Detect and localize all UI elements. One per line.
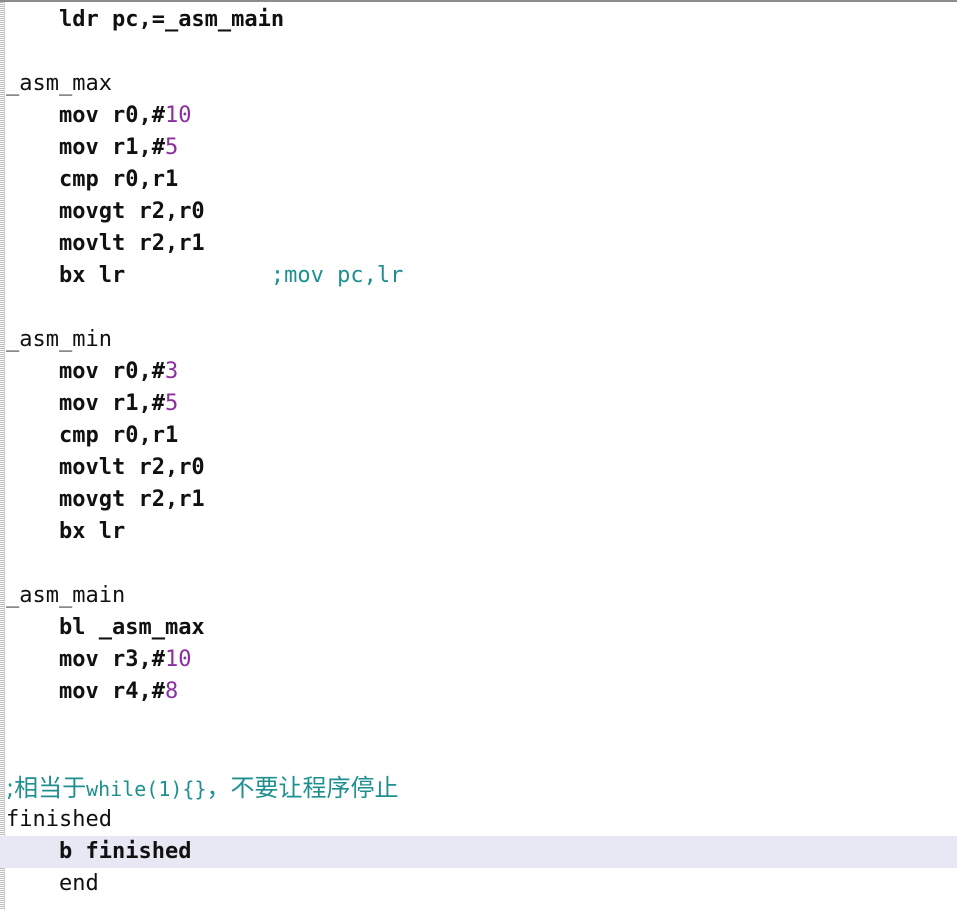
code-line[interactable]: mov r3,#10 xyxy=(6,644,957,676)
code-text: ldr pc,=_asm_main xyxy=(58,7,285,32)
code-text: end xyxy=(58,871,99,896)
code-line[interactable]: bl _asm_max xyxy=(6,612,957,644)
code-line-current[interactable]: b finished xyxy=(0,836,957,868)
code-line[interactable]: movlt r2,r1 xyxy=(6,228,957,260)
code-line[interactable]: mov r0,#3 xyxy=(6,356,957,388)
code-line[interactable]: ;相当于while(1){}，不要让程序停止 xyxy=(6,772,957,804)
code-line[interactable] xyxy=(6,36,957,68)
code-area[interactable]: ldr pc,=_asm_main _asm_max mov r0,#10 mov… xyxy=(0,4,957,910)
code-line[interactable]: _asm_max xyxy=(6,68,957,100)
code-line[interactable]: bx lr xyxy=(6,516,957,548)
code-line[interactable]: cmp r0,r1 xyxy=(6,164,957,196)
code-comment: ，不要让程序停止 xyxy=(206,774,399,802)
code-text: bl _asm_max xyxy=(58,615,205,640)
code-comment: ;相当于 xyxy=(6,774,87,802)
code-line[interactable]: ldr pc,=_asm_main xyxy=(6,4,957,36)
code-line[interactable]: _asm_min xyxy=(6,324,957,356)
code-line[interactable] xyxy=(6,292,957,324)
code-number: 3 xyxy=(164,359,179,384)
code-number: 5 xyxy=(164,391,179,416)
code-text: movgt r2,r0 xyxy=(58,199,205,224)
code-label: finished xyxy=(6,807,112,832)
code-text: mov r1,# xyxy=(58,135,165,160)
code-editor[interactable]: ldr pc,=_asm_main _asm_max mov r0,#10 mov… xyxy=(0,0,957,910)
code-comment: while(1){} xyxy=(86,777,207,801)
code-text: movgt r2,r1 xyxy=(58,487,205,512)
code-line[interactable]: mov r1,#5 xyxy=(6,388,957,420)
code-number: 8 xyxy=(164,679,179,704)
code-text: mov r0,# xyxy=(58,103,165,128)
code-comment: ;mov pc,lr xyxy=(270,263,404,288)
code-line[interactable]: mov r1,#5 xyxy=(6,132,957,164)
code-line[interactable]: bx lr ;mov pc,lr xyxy=(6,260,957,292)
code-line[interactable] xyxy=(6,740,957,772)
code-text: b finished xyxy=(58,839,192,864)
code-text: movlt r2,r0 xyxy=(58,455,205,480)
code-text: movlt r2,r1 xyxy=(58,231,205,256)
code-text: bx lr xyxy=(58,263,126,288)
editor-gutter xyxy=(0,2,5,910)
code-number: 10 xyxy=(164,103,192,128)
code-line[interactable] xyxy=(6,708,957,740)
code-text: mov r0,# xyxy=(58,359,165,384)
code-line[interactable]: movgt r2,r0 xyxy=(6,196,957,228)
code-line[interactable]: cmp r0,r1 xyxy=(6,420,957,452)
code-text: cmp r0,r1 xyxy=(58,167,179,192)
code-text: mov r4,# xyxy=(58,679,165,704)
code-label: _asm_min xyxy=(6,327,112,352)
code-label: _asm_main xyxy=(6,583,126,608)
code-line[interactable] xyxy=(6,548,957,580)
code-line[interactable]: end xyxy=(6,868,957,900)
code-padding xyxy=(125,263,271,288)
code-text: bx lr xyxy=(58,519,126,544)
code-number: 10 xyxy=(164,647,192,672)
code-line[interactable]: movgt r2,r1 xyxy=(6,484,957,516)
code-text: mov r3,# xyxy=(58,647,165,672)
code-line[interactable]: _asm_main xyxy=(6,580,957,612)
code-text: cmp r0,r1 xyxy=(58,423,179,448)
code-line[interactable]: movlt r2,r0 xyxy=(6,452,957,484)
code-text: mov r1,# xyxy=(58,391,165,416)
code-line[interactable]: mov r4,#8 xyxy=(6,676,957,708)
code-line[interactable]: finished xyxy=(6,804,957,836)
code-line[interactable]: mov r0,#10 xyxy=(6,100,957,132)
code-number: 5 xyxy=(164,135,179,160)
code-label: _asm_max xyxy=(6,71,112,96)
